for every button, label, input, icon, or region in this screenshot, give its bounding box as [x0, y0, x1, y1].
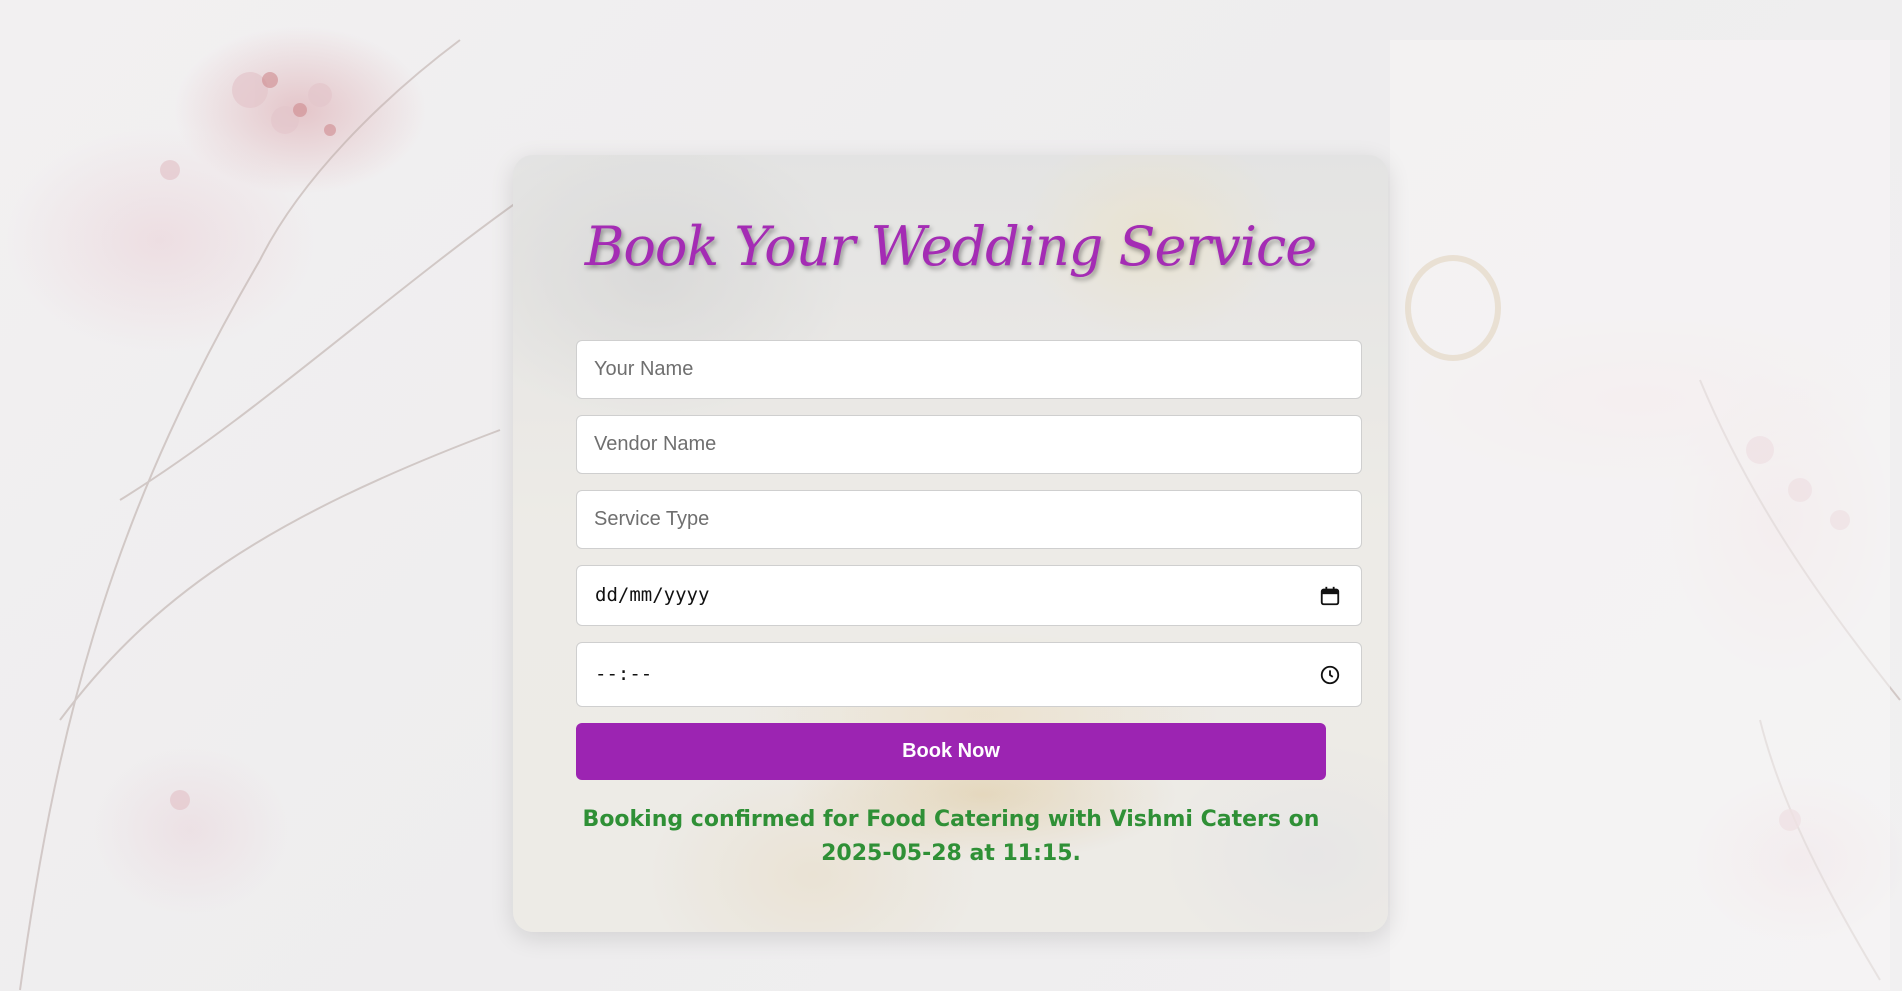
your-name-field[interactable] — [576, 340, 1362, 399]
booking-card: Book Your Wedding Service dd/mm/yyyy --:… — [513, 155, 1388, 932]
your-name-input[interactable] — [577, 341, 1361, 398]
date-value: dd/mm/yyyy — [595, 584, 710, 606]
calendar-icon[interactable] — [1319, 585, 1341, 607]
time-value: --:-- — [595, 663, 653, 685]
vendor-name-input[interactable] — [577, 416, 1361, 473]
booking-confirmation-message: Booking confirmed for Food Catering with… — [582, 807, 1320, 866]
service-type-input[interactable] — [577, 491, 1361, 548]
book-now-button[interactable]: Book Now — [576, 723, 1326, 780]
time-input[interactable]: --:-- — [576, 642, 1362, 707]
service-type-field[interactable] — [576, 490, 1362, 549]
page-title: Book Your Wedding Service — [584, 215, 1318, 278]
vendor-name-field[interactable] — [576, 415, 1362, 474]
clock-icon[interactable] — [1319, 664, 1341, 686]
date-input[interactable]: dd/mm/yyyy — [576, 565, 1362, 626]
